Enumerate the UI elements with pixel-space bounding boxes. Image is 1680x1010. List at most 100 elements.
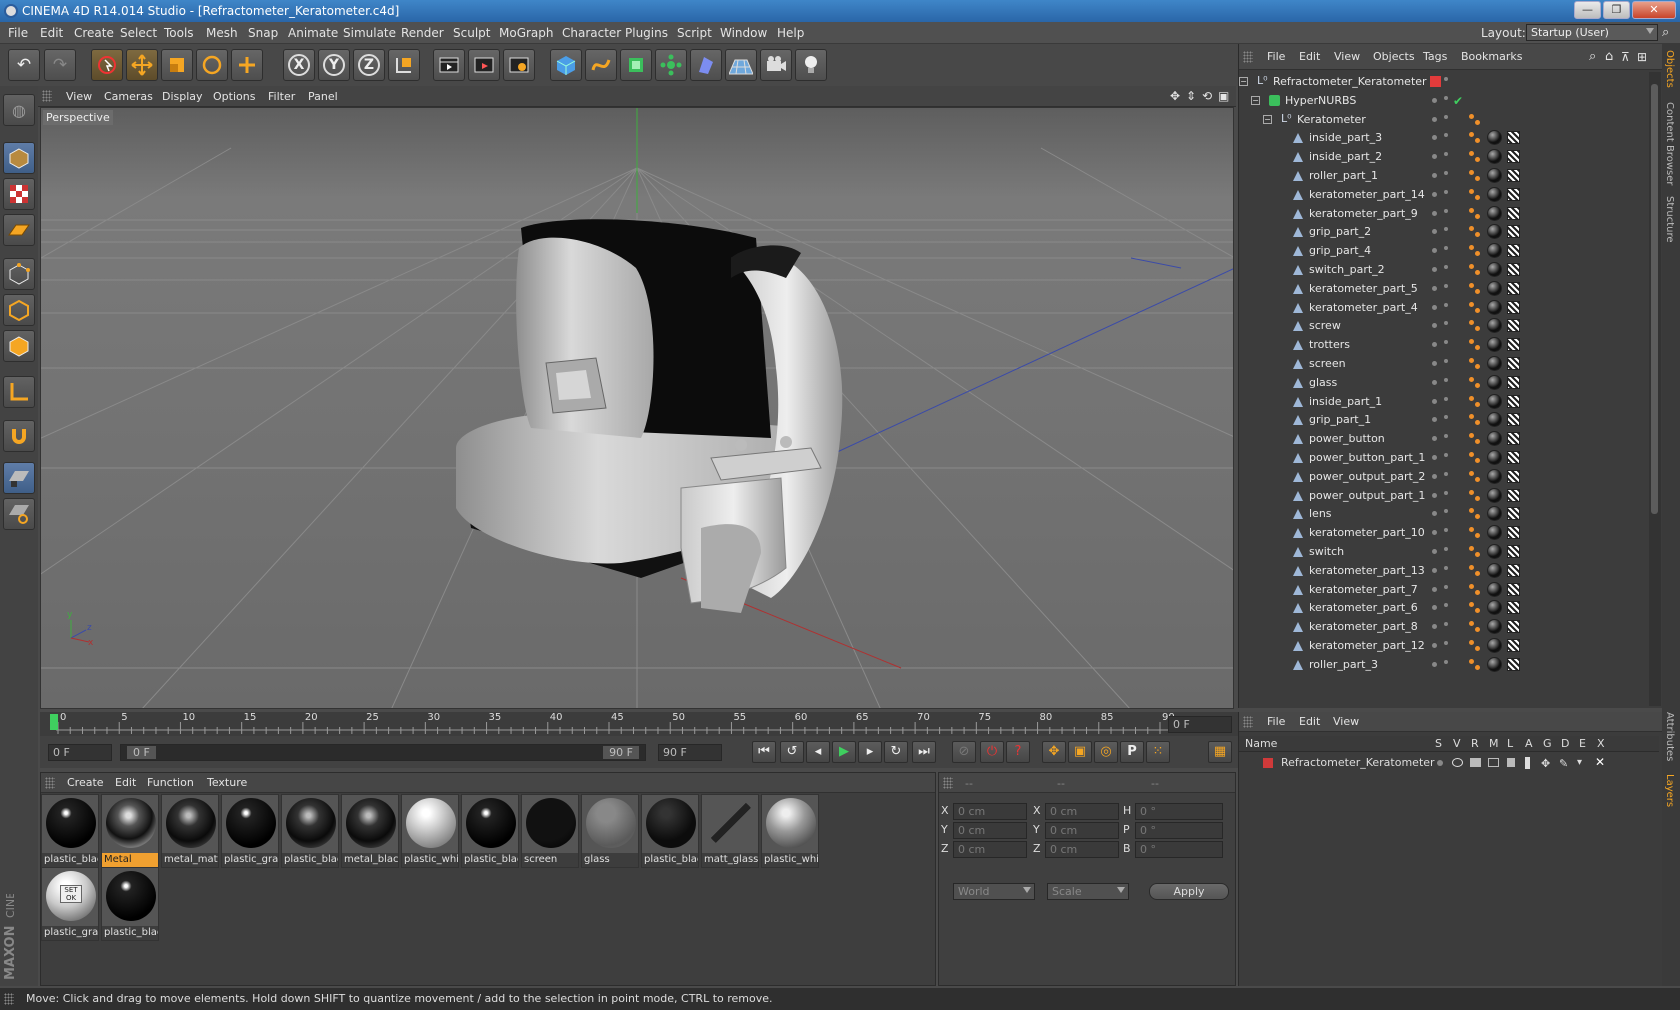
uvw-tag-icon[interactable] <box>1507 338 1520 352</box>
phong-tag-icon[interactable] <box>1475 119 1480 125</box>
object-row[interactable]: screw <box>1239 316 1647 336</box>
material-tag-icon[interactable] <box>1487 487 1502 503</box>
phong-tag-icon[interactable] <box>1475 608 1480 614</box>
uvw-tag-icon[interactable] <box>1507 375 1520 389</box>
expand-toggle-icon[interactable]: − <box>1251 95 1260 105</box>
viewport-pan-icon[interactable]: ✥ <box>1170 86 1180 107</box>
render-visibility-dot[interactable] <box>1444 547 1448 551</box>
editor-visibility-dot[interactable] <box>1432 304 1437 310</box>
render-visibility-dot[interactable] <box>1444 283 1448 288</box>
object-row[interactable]: keratometer_part_14 <box>1239 185 1647 205</box>
phong-tag-icon[interactable] <box>1469 207 1474 213</box>
phong-tag-icon[interactable] <box>1475 382 1480 388</box>
expressions-icon[interactable]: ✎ <box>1559 757 1568 770</box>
phong-tag-icon[interactable] <box>1469 546 1474 551</box>
object-row[interactable]: keratometer_part_13 <box>1239 561 1647 581</box>
render-visibility-dot[interactable] <box>1444 622 1448 627</box>
planar-workplane-icon[interactable] <box>3 498 35 530</box>
object-row[interactable]: grip_part_1 <box>1239 410 1647 430</box>
uvw-tag-icon[interactable] <box>1507 187 1520 201</box>
material-tag-icon[interactable] <box>1487 130 1502 146</box>
material-tag-icon[interactable] <box>1487 374 1502 390</box>
material-tag-icon[interactable] <box>1487 318 1502 334</box>
render-visibility-dot[interactable] <box>1444 208 1448 213</box>
expand-toggle-icon[interactable]: − <box>1239 77 1248 86</box>
material-tag-icon[interactable] <box>1487 450 1502 465</box>
uvw-tag-icon[interactable] <box>1507 413 1520 427</box>
viewport-menu-display[interactable]: Display <box>162 86 203 107</box>
go-to-start-icon[interactable]: ⏮ <box>752 741 776 763</box>
light-icon[interactable] <box>795 49 827 81</box>
uvw-tag-icon[interactable] <box>1507 563 1520 577</box>
uvw-tag-icon[interactable] <box>1507 206 1520 220</box>
workplane-icon[interactable] <box>3 214 35 246</box>
material-swatch[interactable]: plastic_gra <box>221 794 279 868</box>
render-visibility-dot[interactable] <box>1444 114 1448 119</box>
object-row[interactable]: roller_part_1 <box>1239 166 1647 186</box>
phong-tag-icon[interactable] <box>1475 401 1480 407</box>
material-tag-icon[interactable] <box>1487 356 1502 371</box>
new-view-icon[interactable]: ⊞ <box>1637 44 1647 70</box>
scale-icon[interactable] <box>161 49 193 81</box>
phong-tag-icon[interactable] <box>1475 288 1480 294</box>
phong-tag-icon[interactable] <box>1469 358 1474 363</box>
menu-sculpt[interactable]: Sculpt <box>453 22 490 44</box>
layout-select[interactable]: Startup (User) <box>1526 24 1658 41</box>
start-frame-field[interactable]: 0 F <box>48 744 112 761</box>
render-visibility-dot[interactable] <box>1444 133 1448 138</box>
object-row[interactable]: inside_part_1 <box>1239 392 1647 412</box>
editor-visibility-dot[interactable] <box>1432 530 1437 536</box>
edges-mode-icon[interactable] <box>3 294 35 326</box>
material-tag-icon[interactable] <box>1487 468 1502 484</box>
menu-select[interactable]: Select <box>120 22 157 44</box>
timeline-ruler[interactable]: 051015202530354045505560657075808590 0 F <box>40 712 1238 736</box>
uvw-tag-icon[interactable] <box>1507 582 1520 596</box>
live-selection-icon[interactable] <box>91 49 123 81</box>
render-visibility-dot[interactable] <box>1444 415 1448 420</box>
uvw-tag-icon[interactable] <box>1507 394 1520 408</box>
phong-tag-icon[interactable] <box>1469 452 1474 457</box>
editor-visibility-dot[interactable] <box>1432 173 1437 178</box>
uvw-tag-icon[interactable] <box>1507 507 1520 521</box>
editor-visibility-dot[interactable] <box>1432 379 1437 385</box>
editor-visibility-dot[interactable] <box>1432 417 1437 423</box>
render-visibility-dot[interactable] <box>1444 396 1448 401</box>
viewport-menu-view[interactable]: View <box>66 86 92 107</box>
phong-tag-icon[interactable] <box>1469 264 1474 269</box>
coordinate-field[interactable]: 0 cm <box>953 841 1027 858</box>
array-icon[interactable] <box>655 49 687 81</box>
phong-tag-icon[interactable] <box>1475 533 1480 539</box>
object-row[interactable]: power_button <box>1239 429 1647 449</box>
render-visibility-dot[interactable] <box>1444 659 1448 664</box>
object-row[interactable]: glass <box>1239 373 1647 393</box>
phong-tag-icon[interactable] <box>1475 514 1480 520</box>
record-scale-icon[interactable]: ▣ <box>1068 741 1092 763</box>
uvw-tag-icon[interactable] <box>1507 150 1520 164</box>
editor-visibility-dot[interactable] <box>1432 361 1437 366</box>
menu-create[interactable]: Create <box>74 22 114 44</box>
viewport-zoom-icon[interactable]: ⇕ <box>1186 86 1196 107</box>
editor-visibility-dot[interactable] <box>1432 624 1437 630</box>
phong-tag-icon[interactable] <box>1475 495 1480 501</box>
xref-icon[interactable]: ✕ <box>1595 755 1605 769</box>
tab-content-browser[interactable]: Content Browser <box>1664 102 1675 185</box>
record-active-objects-icon[interactable]: ⊘ <box>952 741 976 763</box>
material-menu-function[interactable]: Function <box>147 773 194 793</box>
close-button[interactable]: ✕ <box>1632 1 1676 19</box>
phong-tag-icon[interactable] <box>1469 339 1474 345</box>
keyframe-selection-icon[interactable]: ? <box>1006 741 1030 763</box>
coordinate-field[interactable]: 0 cm <box>953 803 1027 820</box>
cube-icon[interactable] <box>550 49 582 81</box>
material-tag-icon[interactable] <box>1487 412 1502 428</box>
phong-tag-icon[interactable] <box>1469 188 1474 194</box>
material-tag-icon[interactable] <box>1487 149 1502 165</box>
render-visibility-dot[interactable] <box>1444 490 1448 495</box>
menu-mesh[interactable]: Mesh <box>206 22 238 44</box>
coordinate-field[interactable]: 0 ° <box>1135 803 1223 820</box>
phong-tag-icon[interactable] <box>1469 414 1474 420</box>
phong-tag-icon[interactable] <box>1475 646 1480 651</box>
phong-tag-icon[interactable] <box>1469 583 1474 589</box>
phong-tag-icon[interactable] <box>1475 476 1480 482</box>
render-visibility-dot[interactable] <box>1444 321 1448 326</box>
play-forwards-icon[interactable]: ▶ <box>832 741 856 763</box>
